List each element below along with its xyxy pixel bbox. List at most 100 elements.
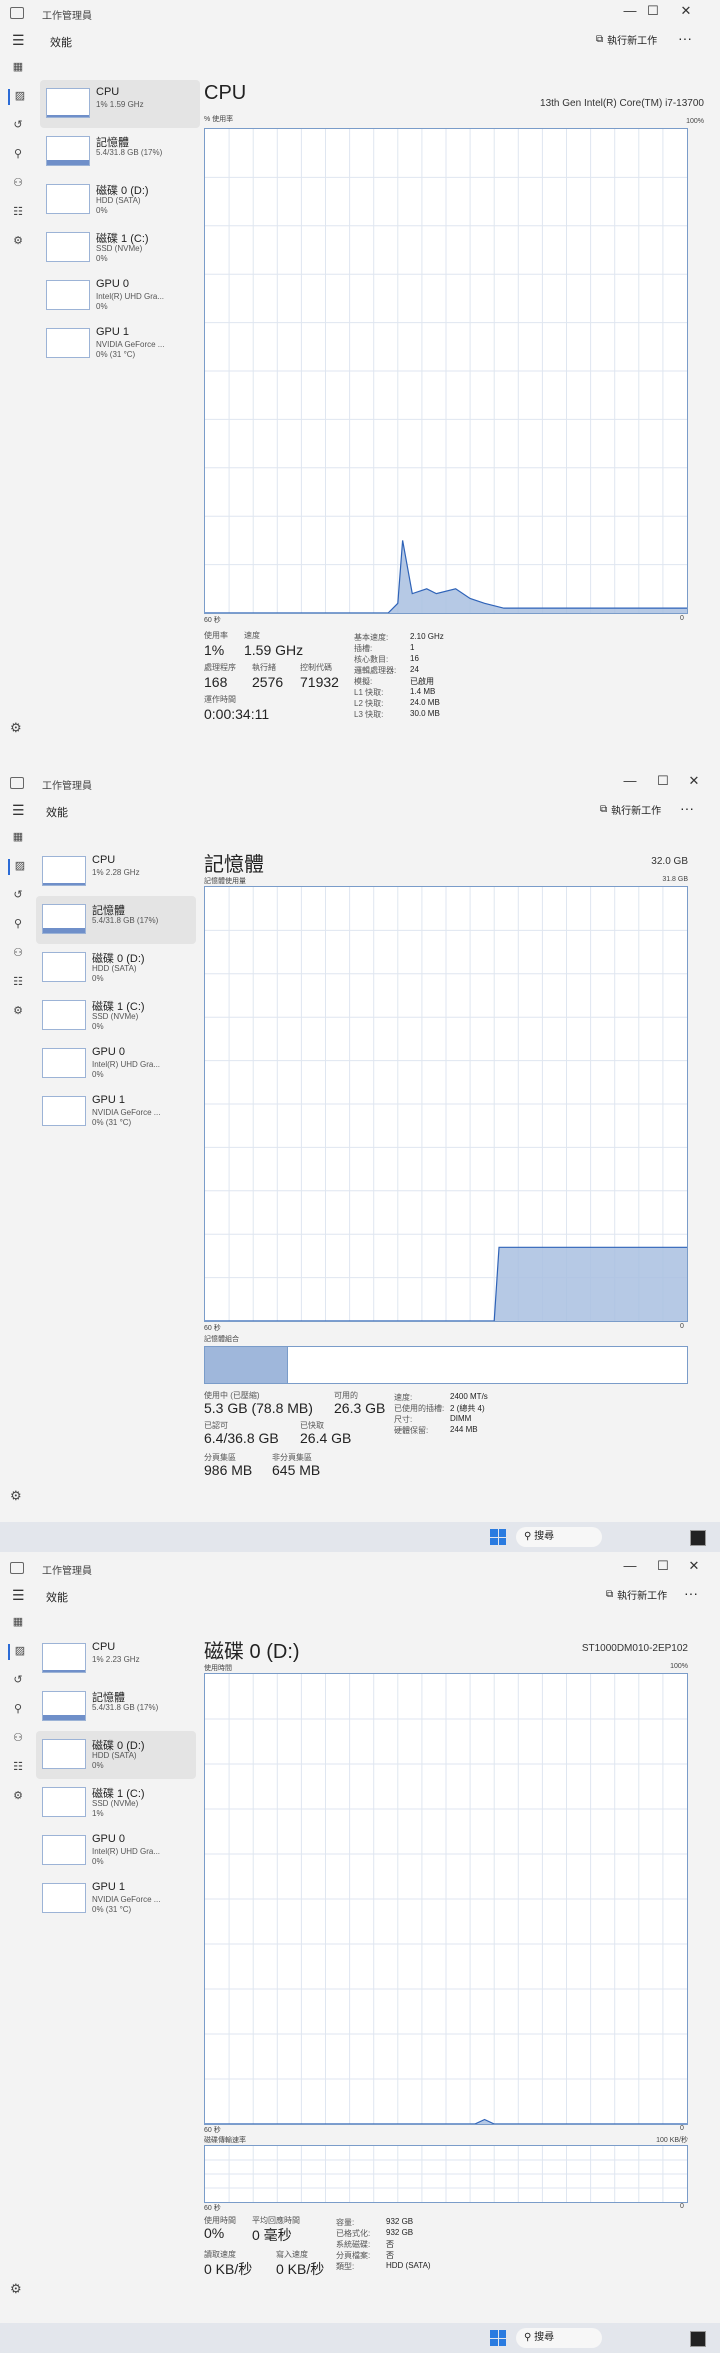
settings-gear-icon[interactable]: ⚙ <box>10 2281 22 2297</box>
performance-icon[interactable]: ▨ <box>8 89 30 105</box>
startup-apps-icon[interactable]: ⚲ <box>8 917 28 933</box>
app-history-icon[interactable]: ↺ <box>8 888 28 904</box>
startup-apps-icon[interactable]: ⚲ <box>8 1702 28 1718</box>
details-icon[interactable]: ☷ <box>8 205 28 221</box>
run-new-task-button[interactable]: ⧉ 執行新工作 <box>600 802 661 817</box>
start-button-icon[interactable] <box>490 2330 506 2346</box>
processes-icon[interactable]: ▦ <box>8 60 28 76</box>
more-options-button[interactable]: ··· <box>680 800 694 816</box>
sidebar-item-memory[interactable]: 記憶體 5.4/31.8 GB (17%) <box>36 1683 196 1731</box>
cached-value: 26.4 GB <box>300 1430 352 1446</box>
sidebar-item-disk-0[interactable]: 磁碟 0 (D:) HDD (SATA) 0% <box>40 176 200 224</box>
minimize-button[interactable]: — <box>620 3 640 18</box>
sidebar-item-sub: SSD (NVMe) <box>96 244 143 253</box>
detail-key: 速度: <box>394 1393 413 1402</box>
hamburger-menu-icon[interactable]: ☰ <box>12 1587 25 1604</box>
close-button[interactable]: ✕ <box>676 3 696 19</box>
run-new-task-button[interactable]: ⧉ 執行新工作 <box>596 32 657 47</box>
run-new-task-button[interactable]: ⧉ 執行新工作 <box>606 1587 667 1602</box>
services-icon[interactable]: ⚙ <box>8 1789 28 1805</box>
search-label: 搜尋 <box>534 1531 555 1542</box>
handles-value: 71932 <box>300 674 339 690</box>
app-history-icon[interactable]: ↺ <box>8 1673 28 1689</box>
hamburger-menu-icon[interactable]: ☰ <box>12 32 25 49</box>
cpu-thumbnail <box>42 856 86 886</box>
maximize-button[interactable]: ☐ <box>653 1558 673 1574</box>
sidebar-item-cpu[interactable]: CPU 1% 2.28 GHz <box>36 848 196 896</box>
sidebar-item-disk-0[interactable]: 磁碟 0 (D:) HDD (SATA) 0% <box>36 1731 196 1779</box>
sidebar-item-gpu-1[interactable]: GPU 1 NVIDIA GeForce ... 0% (31 °C) <box>36 1875 196 1923</box>
memory-thumbnail <box>46 136 90 166</box>
users-icon[interactable]: ⚇ <box>8 946 28 962</box>
sidebar-item-gpu-0[interactable]: GPU 0 Intel(R) UHD Gra... 0% <box>36 1827 196 1875</box>
sidebar-item-memory[interactable]: 記憶體 5.4/31.8 GB (17%) <box>36 896 196 944</box>
minimize-button[interactable]: — <box>620 773 640 788</box>
page-title: CPU <box>204 82 247 104</box>
taskbar-search[interactable]: ⚲ 搜尋 <box>516 1527 602 1547</box>
sidebar-item-gpu-1[interactable]: GPU 1 NVIDIA GeForce ... 0% (31 °C) <box>36 1088 196 1136</box>
cpu-graph-svg <box>205 129 687 613</box>
detail-key: 已使用的插槽: <box>394 1404 445 1413</box>
settings-gear-icon[interactable]: ⚙ <box>10 1488 22 1504</box>
detail-key: L3 快取: <box>354 710 384 719</box>
processes-icon[interactable]: ▦ <box>8 830 28 846</box>
hamburger-menu-icon[interactable]: ☰ <box>12 802 25 819</box>
maximize-button[interactable]: ☐ <box>653 773 673 789</box>
gpu-0-thumbnail <box>42 1835 86 1865</box>
users-icon[interactable]: ⚇ <box>8 1731 28 1747</box>
more-options-button[interactable]: ··· <box>678 30 692 46</box>
graph-max: 100% <box>686 118 704 125</box>
perf-sidebar: CPU 1% 2.23 GHz 記憶體 5.4/31.8 GB (17%) 磁碟… <box>36 1635 196 1923</box>
maximize-button[interactable]: ☐ <box>643 3 663 19</box>
app-history-icon[interactable]: ↺ <box>8 118 28 134</box>
services-icon[interactable]: ⚙ <box>8 1004 28 1020</box>
sidebar-item-disk-1[interactable]: 磁碟 1 (C:) SSD (NVMe) 1% <box>36 1779 196 1827</box>
sidebar-item-gpu-1[interactable]: GPU 1 NVIDIA GeForce ... 0% (31 °C) <box>40 320 200 368</box>
sidebar-item-gpu-0[interactable]: GPU 0 Intel(R) UHD Gra... 0% <box>36 1040 196 1088</box>
details-icon[interactable]: ☷ <box>8 1760 28 1776</box>
tray-app-icon[interactable] <box>690 2331 706 2347</box>
sidebar-item-disk-1[interactable]: 磁碟 1 (C:) SSD (NVMe) 0% <box>36 992 196 1040</box>
close-button[interactable]: ✕ <box>684 1558 704 1574</box>
users-icon[interactable]: ⚇ <box>8 176 28 192</box>
proc-label: 處理程序 <box>204 663 236 672</box>
performance-icon[interactable]: ▨ <box>8 1644 30 1660</box>
more-options-button[interactable]: ··· <box>684 1585 698 1601</box>
start-button-icon[interactable] <box>490 1529 506 1545</box>
settings-gear-icon[interactable]: ⚙ <box>10 720 22 736</box>
sidebar-item-cpu[interactable]: CPU 1% 1.59 GHz <box>40 80 200 128</box>
taskbar-search[interactable]: ⚲ 搜尋 <box>516 2328 602 2348</box>
page-heading: 效能 <box>50 37 72 49</box>
page-title: 記憶體 <box>204 854 264 876</box>
gpu-1-thumbnail <box>42 1096 86 1126</box>
startup-apps-icon[interactable]: ⚲ <box>8 147 28 163</box>
processes-icon[interactable]: ▦ <box>8 1615 28 1631</box>
close-button[interactable]: ✕ <box>684 773 704 789</box>
details-icon[interactable]: ☷ <box>8 975 28 991</box>
disk-graph-svg <box>205 1674 687 2124</box>
sidebar-item-cpu[interactable]: CPU 1% 2.23 GHz <box>36 1635 196 1683</box>
sidebar-item-sub: 0% <box>92 1761 104 1770</box>
left-nav: ▦ ▨ ↺ ⚲ ⚇ ☷ ⚙ <box>0 60 34 263</box>
sidebar-item-gpu-0[interactable]: GPU 0 Intel(R) UHD Gra... 0% <box>40 272 200 320</box>
handles-label: 控制代碼 <box>300 663 332 672</box>
sidebar-item-sub: NVIDIA GeForce ... <box>92 1108 161 1117</box>
resp-value: 0 毫秒 <box>252 2227 292 2243</box>
cpu-usage-graph <box>204 128 688 614</box>
sidebar-item-memory[interactable]: 記憶體 5.4/31.8 GB (17%) <box>40 128 200 176</box>
detail-value: 1 <box>410 643 415 652</box>
detail-value: 已啟用 <box>410 677 434 686</box>
performance-icon[interactable]: ▨ <box>8 859 30 875</box>
minimize-button[interactable]: — <box>620 1558 640 1573</box>
sidebar-item-sub: SSD (NVMe) <box>92 1799 139 1808</box>
window-title: 工作管理員 <box>42 11 92 22</box>
gpu-0-thumbnail <box>42 1048 86 1078</box>
paged-value: 986 MB <box>204 1462 253 1478</box>
task-manager-icon <box>10 777 24 789</box>
detail-key: 模擬: <box>354 677 373 686</box>
sidebar-item-disk-1[interactable]: 磁碟 1 (C:) SSD (NVMe) 0% <box>40 224 200 272</box>
axis-zero: 0 <box>680 2203 684 2210</box>
sidebar-item-disk-0[interactable]: 磁碟 0 (D:) HDD (SATA) 0% <box>36 944 196 992</box>
tray-app-icon[interactable] <box>690 1530 706 1546</box>
services-icon[interactable]: ⚙ <box>8 234 28 250</box>
